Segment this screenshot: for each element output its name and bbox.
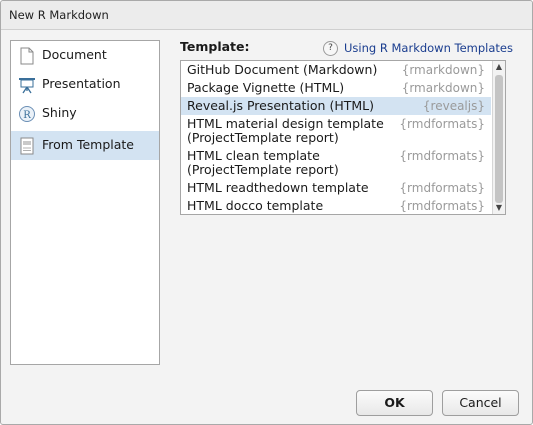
ok-button[interactable]: OK: [356, 390, 433, 416]
help-link[interactable]: ? Using R Markdown Templates: [323, 40, 513, 56]
list-item[interactable]: GitHub Document (Markdown) {rmarkdown}: [181, 61, 491, 79]
sidebar-item-from-template[interactable]: From Template: [11, 131, 159, 160]
dialog-title: New R Markdown: [9, 8, 109, 22]
scroll-down-icon[interactable]: ▼: [493, 202, 505, 214]
template-name: HTML clean template (ProjectTemplate rep…: [187, 148, 339, 177]
sidebar-item-document[interactable]: Document: [11, 41, 159, 70]
cancel-button[interactable]: Cancel: [442, 390, 519, 416]
template-package: {rmarkdown}: [401, 63, 485, 77]
template-list-scrollbar[interactable]: ▲ ▼: [492, 61, 505, 214]
sidebar-item-presentation[interactable]: Presentation: [11, 70, 159, 99]
presentation-icon: [18, 76, 36, 94]
sidebar-item-shiny[interactable]: R Shiny: [11, 99, 159, 128]
sidebar-item-label: Presentation: [42, 76, 121, 91]
template-package: {rmarkdown}: [401, 81, 485, 95]
list-item[interactable]: Package Vignette (HTML) {rmarkdown}: [181, 79, 491, 97]
list-item[interactable]: HTML clean template (ProjectTemplate rep…: [181, 147, 491, 179]
list-item[interactable]: HTML docco template {rmdformats}: [181, 197, 491, 214]
list-item[interactable]: Reveal.js Presentation (HTML) {revealjs}: [181, 97, 491, 115]
document-icon: [18, 47, 36, 65]
sidebar-item-label: From Template: [42, 137, 134, 152]
template-list[interactable]: GitHub Document (Markdown) {rmarkdown} P…: [180, 60, 506, 215]
template-name: HTML readthedown template: [187, 180, 369, 195]
sidebar-item-label: Shiny: [42, 105, 77, 120]
template-package: {rmdformats}: [399, 199, 485, 213]
template-icon: [18, 137, 36, 155]
template-package: {rmdformats}: [399, 149, 485, 163]
new-rmarkdown-dialog: New R Markdown Document Presentation R S…: [0, 0, 533, 425]
title-bar: New R Markdown: [1, 1, 532, 30]
list-item[interactable]: HTML material design template (ProjectTe…: [181, 115, 491, 147]
shiny-icon: R: [18, 105, 36, 123]
template-name: HTML docco template: [187, 198, 324, 213]
template-name: GitHub Document (Markdown): [187, 62, 378, 77]
template-name: Package Vignette (HTML): [187, 80, 345, 95]
template-name: Reveal.js Presentation (HTML): [187, 98, 374, 113]
template-package: {rmdformats}: [399, 181, 485, 195]
list-item[interactable]: HTML readthedown template {rmdformats}: [181, 179, 491, 197]
help-icon: ?: [323, 40, 338, 56]
format-sidebar: Document Presentation R Shiny From Templ…: [10, 40, 160, 365]
scroll-up-icon[interactable]: ▲: [493, 61, 505, 73]
sidebar-item-label: Document: [42, 47, 107, 62]
template-name: HTML material design template (ProjectTe…: [187, 116, 384, 145]
scrollbar-thumb[interactable]: [495, 75, 503, 203]
svg-text:R: R: [23, 110, 31, 121]
template-label: Template:: [180, 39, 250, 54]
help-link-text: Using R Markdown Templates: [344, 41, 514, 55]
template-package: {rmdformats}: [399, 117, 485, 131]
template-package: {revealjs}: [422, 99, 485, 113]
